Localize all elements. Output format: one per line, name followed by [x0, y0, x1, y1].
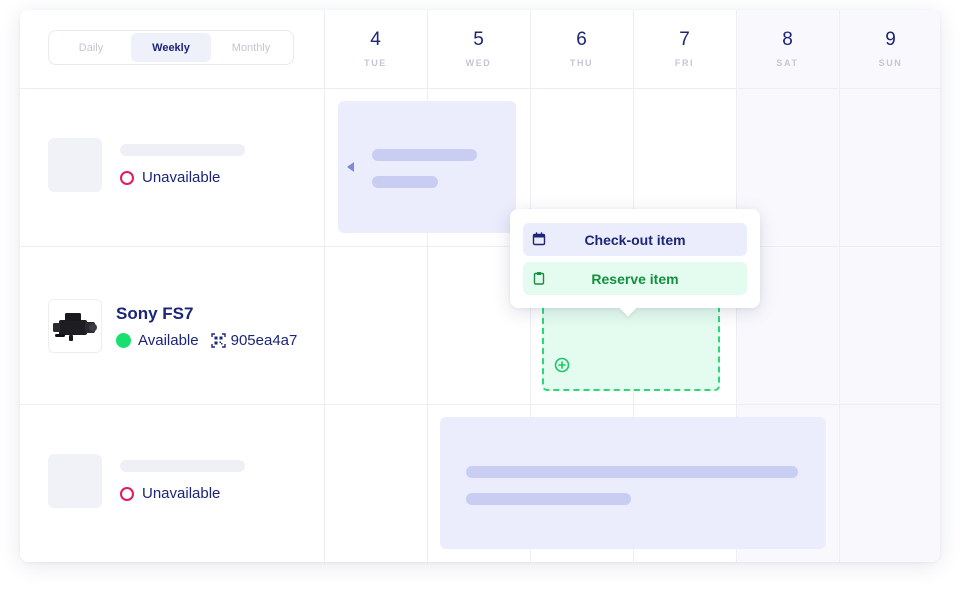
item-name-skeleton [120, 144, 245, 156]
day-name: WED [465, 58, 492, 68]
available-status-icon [116, 333, 131, 348]
day-name: TUE [364, 58, 387, 68]
calendar-card: Daily Weekly Monthly 4 TUE 5 WED 6 THU 7… [20, 10, 940, 562]
booking-skeleton [466, 493, 631, 505]
item-status: Unavailable [120, 169, 220, 186]
day-header-thu: 6 THU [530, 10, 633, 88]
unavailable-status-icon [120, 170, 134, 185]
item-name[interactable]: Sony FS7 [116, 304, 193, 324]
clipboard-icon [532, 271, 546, 288]
item-thumbnail-placeholder[interactable] [48, 454, 102, 508]
day-number: 7 [679, 29, 690, 50]
booking-skeleton [372, 176, 438, 188]
booking-block[interactable] [338, 101, 516, 233]
caret-left-icon [347, 162, 354, 172]
view-switch: Daily Weekly Monthly [48, 30, 294, 65]
video-camera-icon [53, 313, 97, 341]
day-number: 6 [576, 29, 587, 50]
day-name: SUN [878, 58, 903, 68]
checkout-label: Check-out item [584, 231, 686, 248]
booking-skeleton [466, 466, 798, 478]
day-name: FRI [674, 58, 695, 68]
booking-skeleton [372, 149, 477, 161]
status-label: Unavailable [142, 485, 221, 502]
view-daily-button[interactable]: Daily [51, 33, 131, 62]
action-popover: Check-out item Reserve item [510, 209, 760, 317]
day-name: THU [569, 58, 594, 68]
day-number: 9 [885, 29, 896, 50]
item-status: Unavailable [120, 485, 220, 502]
status-label: Available [138, 332, 199, 349]
day-number: 5 [473, 29, 484, 50]
grid-line [839, 10, 840, 562]
day-header-wed: 5 WED [427, 10, 530, 88]
day-number: 4 [370, 29, 381, 50]
grid-line [20, 88, 940, 89]
item-thumbnail-placeholder[interactable] [48, 138, 102, 192]
item-photo[interactable] [48, 299, 102, 353]
day-header-sun: 9 SUN [839, 10, 940, 88]
qr-code-icon [210, 333, 226, 348]
item-status: Available 905ea4a7 [116, 332, 297, 349]
grid-line [324, 10, 325, 562]
grid-line [20, 404, 940, 405]
calendar-icon [532, 232, 546, 249]
unavailable-status-icon [120, 486, 134, 501]
view-monthly-button[interactable]: Monthly [211, 33, 291, 62]
reserve-item-button[interactable]: Reserve item [523, 262, 747, 295]
plus-circle-icon[interactable] [554, 357, 570, 378]
grid-line [20, 246, 940, 247]
reserve-label: Reserve item [591, 270, 679, 287]
booking-block[interactable] [440, 417, 826, 549]
item-name-skeleton [120, 460, 245, 472]
day-number: 8 [782, 29, 793, 50]
day-header-sat: 8 SAT [736, 10, 839, 88]
view-weekly-button[interactable]: Weekly [131, 33, 211, 62]
item-code: 905ea4a7 [230, 332, 298, 349]
checkout-item-button[interactable]: Check-out item [523, 223, 747, 256]
status-label: Unavailable [142, 169, 221, 186]
day-header-fri: 7 FRI [633, 10, 736, 88]
day-header-tue: 4 TUE [324, 10, 427, 88]
new-reservation-selection[interactable] [542, 304, 720, 391]
day-name: SAT [776, 58, 799, 68]
grid-line [427, 10, 428, 562]
